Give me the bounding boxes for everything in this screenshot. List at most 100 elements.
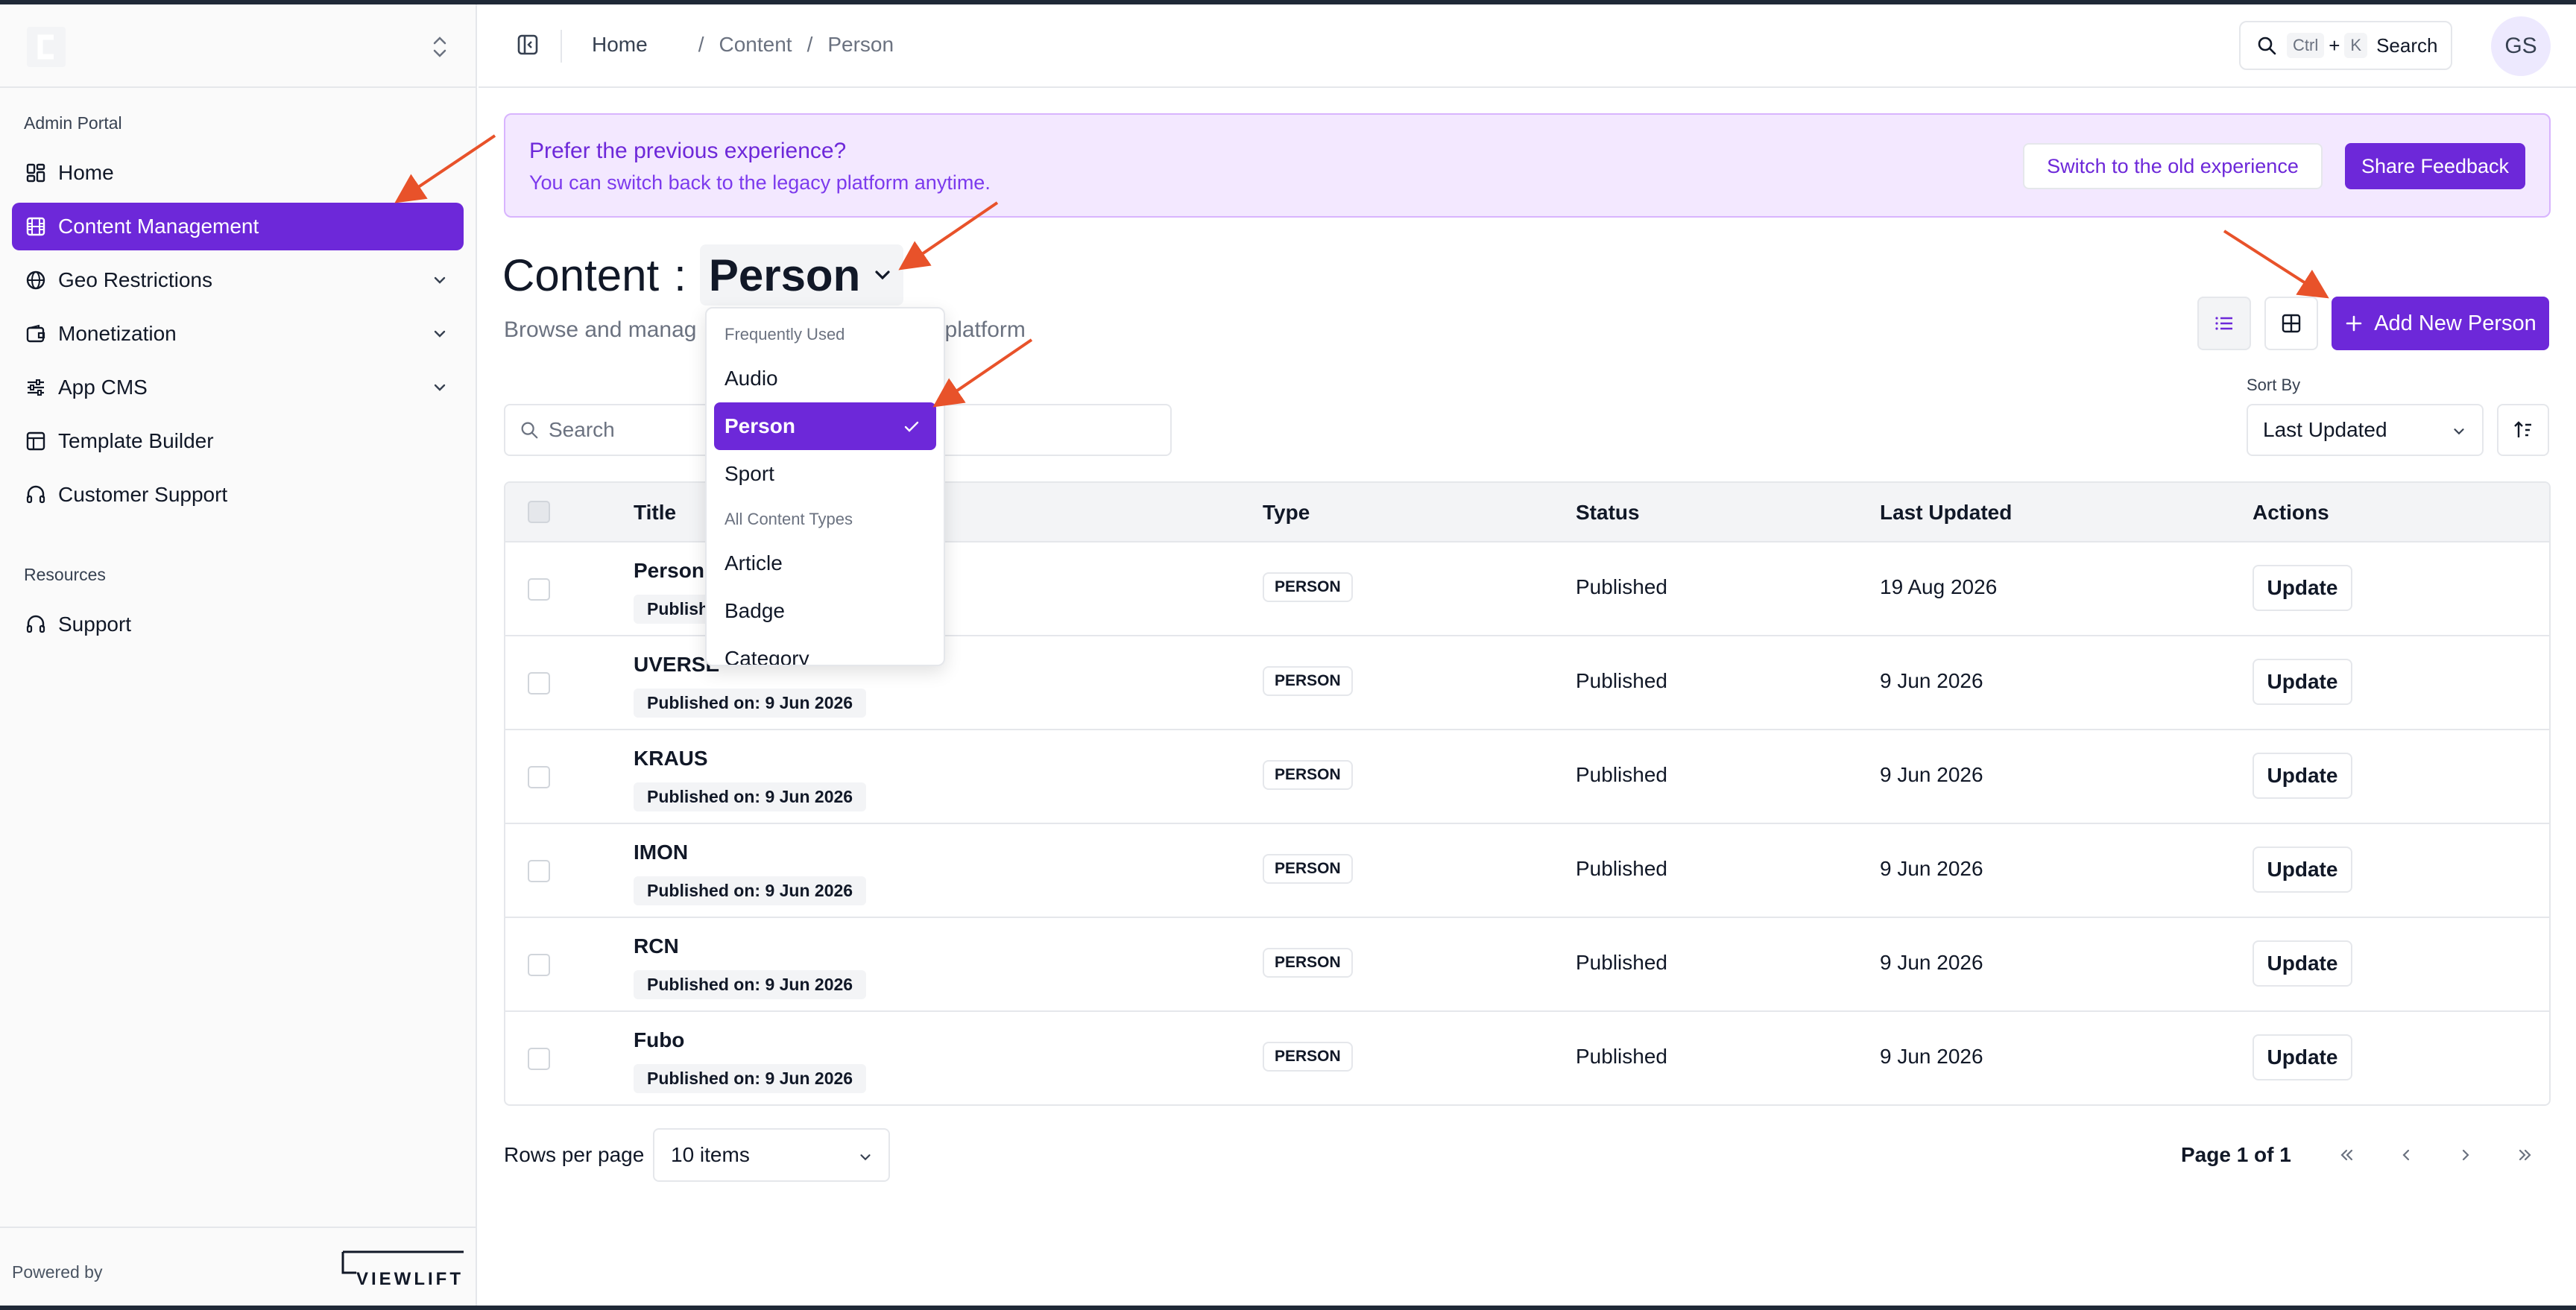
dropdown-option-article[interactable]: Article xyxy=(714,539,936,587)
sidebar-item-home[interactable]: Home xyxy=(12,149,464,197)
column-title[interactable]: Title xyxy=(634,501,676,525)
table-row[interactable]: IMON Published on: 9 Jun 2026 PERSON Publis… xyxy=(505,824,2549,918)
update-button[interactable]: Update xyxy=(2253,565,2352,611)
sidebar-item-label: Support xyxy=(58,613,132,636)
breadcrumb-home[interactable]: Home xyxy=(592,33,648,57)
dropdown-option-badge[interactable]: Badge xyxy=(714,587,936,635)
row-checkbox[interactable] xyxy=(528,672,550,694)
top-header: Home / Content / Person Ctrl + K Search … xyxy=(479,4,2576,88)
next-page-button[interactable] xyxy=(2442,1131,2490,1179)
update-button[interactable]: Update xyxy=(2253,753,2352,799)
table-row[interactable]: RCN Published on: 9 Jun 2026 PERSON Publish… xyxy=(505,918,2549,1012)
search-label: Search xyxy=(2376,34,2438,57)
page-info: Page 1 of 1 xyxy=(2181,1143,2291,1166)
row-checkbox[interactable] xyxy=(528,578,550,601)
dropdown-option-audio[interactable]: Audio xyxy=(714,355,936,402)
row-status: Published xyxy=(1576,669,1667,692)
previous-page-button[interactable] xyxy=(2382,1131,2430,1179)
select-all-checkbox[interactable] xyxy=(528,501,550,523)
row-checkbox[interactable] xyxy=(528,766,550,788)
chevron-down-icon xyxy=(875,270,890,280)
user-avatar[interactable]: GS xyxy=(2491,16,2551,76)
viewlift-logo-text: VIEWLIFT xyxy=(356,1269,464,1289)
sort-order-icon xyxy=(2514,421,2531,437)
row-checkbox[interactable] xyxy=(528,1048,550,1070)
row-title[interactable]: IMON xyxy=(634,841,688,864)
share-feedback-button[interactable]: Share Feedback xyxy=(2345,143,2525,189)
row-checkbox[interactable] xyxy=(528,954,550,976)
sort-by-label: Sort By xyxy=(2247,376,2301,394)
page-title-separator: : xyxy=(674,250,686,300)
sort-by-select[interactable]: Last Updated xyxy=(2247,404,2484,456)
chevron-down-icon xyxy=(434,384,446,391)
row-checkbox[interactable] xyxy=(528,860,550,882)
window-bottom-border xyxy=(0,1306,2576,1310)
search-icon xyxy=(2258,37,2276,55)
published-on-badge: Published on: 9 Jun 2026 xyxy=(634,876,867,905)
table-row[interactable]: KRAUS Published on: 9 Jun 2026 PERSON Publi… xyxy=(505,730,2549,824)
dropdown-option-category[interactable]: Category xyxy=(714,635,936,665)
dropdown-group-frequent: Frequently Used xyxy=(724,325,845,344)
update-button[interactable]: Update xyxy=(2253,847,2352,893)
published-on-badge: Published on: 9 Jun 2026 xyxy=(634,689,867,718)
sidebar-item-geo-restrictions[interactable]: Geo Restrictions xyxy=(12,256,464,304)
type-badge: PERSON xyxy=(1263,572,1353,602)
search-icon xyxy=(521,422,538,439)
sidebar-item-customer-support[interactable]: Customer Support xyxy=(12,471,464,519)
banner-title: Prefer the previous experience? xyxy=(529,139,847,163)
row-status: Published xyxy=(1576,1045,1667,1068)
row-last-updated: 9 Jun 2026 xyxy=(1880,951,1983,974)
content-type-selector[interactable]: Person xyxy=(699,244,904,306)
first-page-button[interactable] xyxy=(2323,1131,2370,1179)
grid-view-button[interactable] xyxy=(2264,297,2318,350)
column-status[interactable]: Status xyxy=(1576,501,1640,525)
sidebar-toggle-icon[interactable] xyxy=(516,33,540,57)
grid-icon xyxy=(2282,314,2301,333)
row-status: Published xyxy=(1576,575,1667,598)
layout-template-icon xyxy=(24,429,48,453)
rows-per-page-select[interactable]: 10 items xyxy=(653,1128,890,1182)
row-title[interactable]: RCN xyxy=(634,934,679,958)
breadcrumb-person: Person xyxy=(827,33,894,56)
column-last-updated[interactable]: Last Updated xyxy=(1880,501,2012,525)
chevrons-left-icon xyxy=(2340,1149,2353,1161)
annotation-arrow xyxy=(2223,230,2329,299)
row-title[interactable]: KRAUS xyxy=(634,747,708,771)
section-resources: Resources xyxy=(24,565,106,584)
kbd-k: K xyxy=(2344,33,2368,58)
headset-icon xyxy=(24,613,48,636)
update-button[interactable]: Update xyxy=(2253,659,2352,705)
update-button[interactable]: Update xyxy=(2253,940,2352,987)
sidebar-item-app-cms[interactable]: App CMS xyxy=(12,364,464,411)
switch-old-experience-button[interactable]: Switch to the old experience xyxy=(2023,143,2323,189)
legacy-experience-banner: Prefer the previous experience? You can … xyxy=(504,113,2551,218)
app-logo-icon[interactable] xyxy=(27,27,66,67)
add-button-label: Add New Person xyxy=(2374,311,2536,335)
rows-per-page-value: 10 items xyxy=(671,1143,750,1166)
sidebar-item-content-management[interactable]: Content Management xyxy=(12,203,464,250)
dropdown-option-person[interactable]: Person xyxy=(714,402,936,450)
table-row[interactable]: Fubo Published on: 9 Jun 2026 PERSON Publis… xyxy=(505,1012,2549,1104)
powered-by-footer: Powered by VIEWLIFT xyxy=(0,1227,477,1306)
headset-icon xyxy=(24,483,48,507)
update-button[interactable]: Update xyxy=(2253,1034,2352,1080)
dropdown-option-sport[interactable]: Sport xyxy=(714,450,936,498)
column-type[interactable]: Type xyxy=(1263,501,1310,525)
row-title[interactable]: Fubo xyxy=(634,1028,684,1052)
add-new-person-button[interactable]: Add New Person xyxy=(2332,297,2549,350)
list-view-button[interactable] xyxy=(2197,297,2251,350)
sidebar-item-support[interactable]: Support xyxy=(12,601,464,648)
row-last-updated: 9 Jun 2026 xyxy=(1880,857,1983,880)
chevron-down-icon xyxy=(2454,428,2464,435)
sidebar-item-template-builder[interactable]: Template Builder xyxy=(12,417,464,465)
global-search-button[interactable]: Ctrl + K Search xyxy=(2239,21,2452,70)
sort-order-button[interactable] xyxy=(2497,404,2549,456)
sidebar-item-monetization[interactable]: Monetization xyxy=(12,310,464,358)
workspace-switcher-icon[interactable] xyxy=(429,34,450,60)
type-badge: PERSON xyxy=(1263,948,1353,978)
content-type-label: Person xyxy=(708,250,861,300)
breadcrumb-content[interactable]: Content xyxy=(719,33,792,57)
breadcrumb: Home / Content / Person xyxy=(592,33,894,57)
dashboard-icon xyxy=(24,161,48,185)
last-page-button[interactable] xyxy=(2501,1131,2549,1179)
